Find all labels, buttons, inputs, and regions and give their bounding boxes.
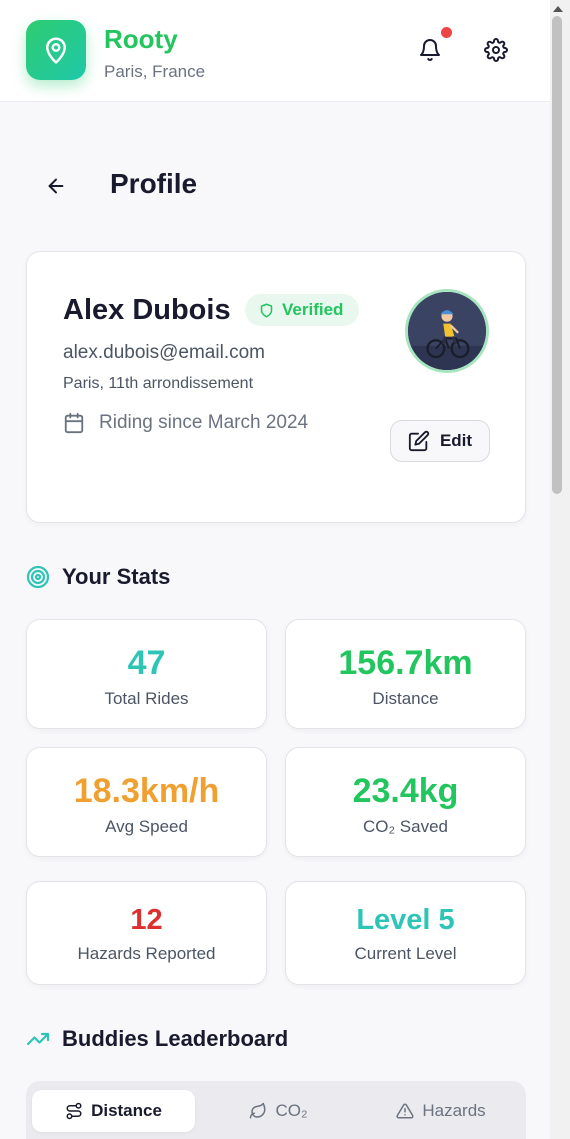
stat-label: Total Rides bbox=[104, 689, 189, 708]
route-icon bbox=[66, 1102, 82, 1120]
stat-card-avg-speed: 18.3km/h Avg Speed bbox=[26, 747, 267, 857]
tab-co2[interactable]: CO₂ bbox=[196, 1090, 361, 1132]
target-icon bbox=[26, 565, 50, 589]
settings-button[interactable] bbox=[482, 36, 510, 64]
app-logo[interactable] bbox=[26, 20, 86, 80]
stat-card-hazards: 12 Hazards Reported bbox=[26, 881, 267, 985]
top-bar: Rooty Paris, France bbox=[0, 0, 550, 102]
tab-hazards[interactable]: Hazards bbox=[362, 1090, 520, 1132]
leaderboard-heading-label: Buddies Leaderboard bbox=[62, 1026, 289, 1051]
calendar-icon bbox=[64, 412, 84, 434]
stat-label: Avg Speed bbox=[105, 817, 188, 836]
tab-co2-label: CO₂ bbox=[275, 1101, 308, 1120]
stats-heading-label: Your Stats bbox=[62, 564, 171, 589]
profile-email: alex.dubois@email.com bbox=[63, 342, 265, 363]
page-title: Profile bbox=[110, 168, 198, 199]
stat-label: Hazards Reported bbox=[77, 944, 216, 963]
arrow-left-icon bbox=[48, 178, 64, 194]
riding-since-row: Riding since March 2024 bbox=[63, 412, 308, 434]
stats-heading: Your Stats bbox=[26, 564, 170, 590]
stat-value: 47 bbox=[127, 644, 166, 682]
stat-card-co2-saved: 23.4kg CO₂ Saved bbox=[285, 747, 526, 857]
stat-value: Level 5 bbox=[356, 904, 455, 936]
app-name: Rooty bbox=[104, 24, 178, 54]
tab-hazards-label: Hazards bbox=[422, 1101, 486, 1120]
warning-icon bbox=[396, 1103, 414, 1119]
notifications-button[interactable] bbox=[416, 36, 444, 64]
profile-district: Paris, 11th arrondissement bbox=[63, 375, 254, 392]
tab-distance-label: Distance bbox=[91, 1101, 162, 1120]
scrollbar-thumb[interactable] bbox=[552, 16, 562, 494]
stat-label: CO₂ Saved bbox=[362, 817, 449, 836]
cyclist-avatar-icon bbox=[408, 292, 486, 370]
stat-card-total-rides: 47 Total Rides bbox=[26, 619, 267, 729]
profile-name: Alex Dubois bbox=[63, 294, 231, 326]
verified-label: Verified bbox=[282, 300, 344, 319]
riding-since-text: Riding since March 2024 bbox=[99, 412, 309, 433]
scroll-up-arrow-icon[interactable] bbox=[553, 6, 563, 12]
bell-icon bbox=[420, 39, 440, 61]
leaf-icon bbox=[250, 1102, 266, 1119]
edit-label: Edit bbox=[439, 431, 473, 450]
verified-badge: Verified bbox=[245, 294, 360, 326]
shield-icon bbox=[260, 303, 273, 317]
stat-value: 23.4kg bbox=[352, 772, 459, 810]
trending-up-icon bbox=[26, 1032, 50, 1046]
stat-card-level: Level 5 Current Level bbox=[285, 881, 526, 985]
current-location: Paris, France bbox=[104, 62, 206, 81]
edit-profile-button[interactable]: Edit bbox=[390, 420, 490, 462]
stat-label: Current Level bbox=[354, 944, 457, 963]
map-pin-icon bbox=[46, 37, 66, 64]
stat-label: Distance bbox=[372, 689, 439, 708]
leaderboard-heading: Buddies Leaderboard bbox=[26, 1026, 288, 1052]
back-button[interactable] bbox=[42, 172, 70, 200]
stat-value: 12 bbox=[130, 904, 163, 936]
avatar[interactable] bbox=[405, 289, 489, 373]
edit-icon bbox=[408, 430, 430, 452]
stat-value: 156.7km bbox=[338, 644, 473, 682]
stat-card-distance: 156.7km Distance bbox=[285, 619, 526, 729]
app: Rooty Paris, France Profile Alex Dubois bbox=[0, 0, 550, 1139]
profile-card: Alex Dubois Verified alex.dubois@email.c… bbox=[26, 251, 526, 523]
gear-icon bbox=[484, 38, 508, 62]
stat-value: 18.3km/h bbox=[73, 772, 220, 810]
leaderboard-tabs: Distance CO₂ Hazards bbox=[26, 1081, 526, 1139]
tab-distance[interactable]: Distance bbox=[32, 1090, 195, 1132]
notification-badge bbox=[441, 27, 452, 38]
